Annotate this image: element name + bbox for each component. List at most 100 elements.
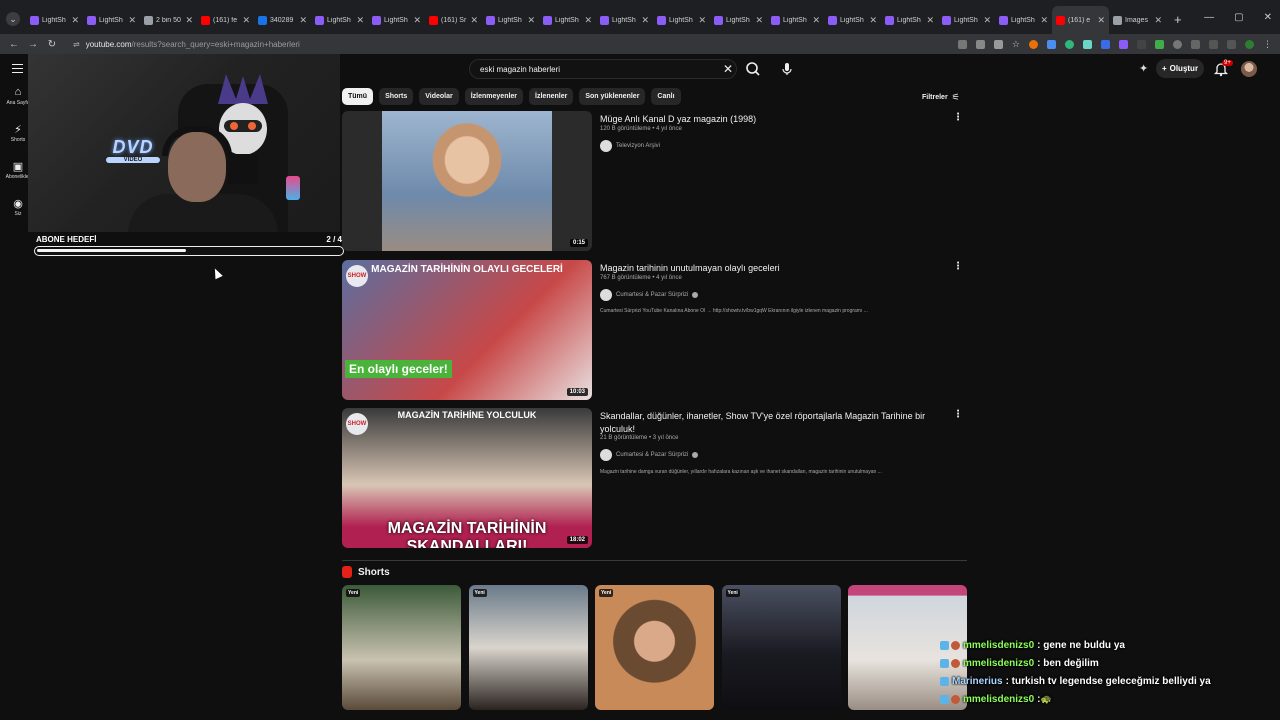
tab-close-icon[interactable]: ✕ (356, 15, 364, 26)
browser-tab[interactable]: LightSh ✕ (539, 6, 596, 34)
browser-menu-icon[interactable]: ⋮ (1263, 39, 1272, 50)
extension-2-icon[interactable] (1047, 39, 1056, 49)
back-icon[interactable]: ← (6, 39, 22, 50)
browser-tab[interactable]: LightSh ✕ (767, 6, 824, 34)
minimize-icon[interactable]: — (1204, 12, 1214, 23)
channel-avatar[interactable] (600, 449, 612, 461)
tab-close-icon[interactable]: ✕ (926, 15, 934, 26)
tab-groups-icon[interactable] (1227, 39, 1236, 49)
channel-name[interactable]: Televizyon Arşivi (616, 143, 660, 149)
cast-icon[interactable] (957, 39, 967, 49)
short-card[interactable]: Yeni (721, 585, 841, 710)
tab-close-icon[interactable]: ✕ (470, 15, 478, 26)
video-result-2[interactable]: MAGAZİN TARİHİNİN OLAYLI GECELERİ SHOW E… (342, 260, 967, 402)
site-info-icon[interactable]: ⇌ (73, 40, 80, 49)
channel-avatar[interactable] (600, 140, 612, 152)
tab-close-icon[interactable]: ✕ (641, 15, 649, 26)
filter-chip[interactable]: Shorts (379, 88, 414, 105)
channel-row[interactable]: Cumartesi & Pazar Sürprizi (600, 449, 699, 461)
browser-tab[interactable]: LightSh ✕ (710, 6, 767, 34)
filter-chip[interactable]: Videolar (419, 88, 459, 105)
star-icon[interactable]: ☆ (1012, 39, 1020, 50)
channel-name[interactable]: Cumartesi & Pazar Sürprizi (616, 452, 688, 458)
filter-chip[interactable]: Son yüklenenler (579, 88, 646, 105)
video-thumbnail[interactable]: MAGAZİN TARİHİNE YOLCULUK SHOW MAGAZİN T… (342, 408, 592, 548)
browser-tab[interactable]: (161) Sr ✕ (425, 6, 482, 34)
profile-icon[interactable] (1245, 39, 1254, 49)
tab-close-icon[interactable]: ✕ (299, 15, 307, 26)
tab-close-icon[interactable]: ✕ (242, 15, 250, 26)
tab-close-icon[interactable]: ✕ (71, 15, 79, 26)
channel-row[interactable]: Televizyon Arşivi (600, 140, 660, 152)
video-title[interactable]: Magazin tarihinin unutulmayan olaylı gec… (600, 262, 950, 275)
new-tab-button[interactable]: + (1174, 12, 1182, 27)
channel-row[interactable]: Cumartesi & Pazar Sürprizi (600, 289, 699, 301)
tab-close-icon[interactable]: ✕ (755, 15, 763, 26)
tab-close-icon[interactable]: ✕ (1040, 15, 1048, 26)
filter-chip[interactable]: İzlenmeyenler (464, 88, 524, 105)
browser-tab[interactable]: Images ✕ (1109, 6, 1166, 34)
tab-close-icon[interactable]: ✕ (413, 15, 421, 26)
extensions-puzzle-icon[interactable] (1209, 39, 1218, 49)
extension-8-icon[interactable] (1155, 39, 1164, 49)
browser-tab[interactable]: LightSh ✕ (368, 6, 425, 34)
channel-name[interactable]: Cumartesi & Pazar Sürprizi (616, 292, 688, 298)
browser-tab[interactable]: (161) e ✕ (1052, 6, 1109, 34)
extension-4-icon[interactable] (1083, 39, 1092, 49)
menu-icon[interactable] (12, 64, 23, 73)
tab-close-icon[interactable]: ✕ (812, 15, 820, 26)
extension-5-icon[interactable] (1101, 39, 1110, 49)
extension-9-icon[interactable] (1173, 39, 1182, 49)
channel-avatar[interactable] (600, 289, 612, 301)
browser-tab[interactable]: LightSh ✕ (824, 6, 881, 34)
tab-close-icon[interactable]: ✕ (128, 15, 136, 26)
filter-chip[interactable]: İzlenenler (529, 88, 574, 105)
video-title[interactable]: Müge Anlı Kanal D yaz magazin (1998) (600, 113, 950, 126)
short-card[interactable]: Yeni (342, 585, 461, 710)
short-card[interactable]: Yeni (468, 585, 588, 710)
browser-tab[interactable]: LightSh ✕ (311, 6, 368, 34)
video-title[interactable]: Skandallar, düğünler, ihanetler, Show TV… (600, 410, 950, 436)
filter-chip[interactable]: Canlı (651, 88, 681, 105)
video-result-3[interactable]: MAGAZİN TARİHİNE YOLCULUK SHOW MAGAZİN T… (342, 408, 967, 550)
browser-tab[interactable]: 340289 ✕ (254, 6, 311, 34)
browser-tab[interactable]: LightSh ✕ (881, 6, 938, 34)
extension-6-icon[interactable] (1119, 39, 1128, 49)
more-actions-icon[interactable]: ⋮ (953, 409, 963, 420)
account-avatar[interactable] (1241, 61, 1257, 77)
short-card[interactable]: Yeni (595, 585, 714, 710)
browser-tab[interactable]: LightSh ✕ (938, 6, 995, 34)
video-thumbnail[interactable]: MAGAZİN TARİHİNİN OLAYLI GECELERİ SHOW E… (342, 260, 592, 400)
extension-3-icon[interactable] (1065, 39, 1074, 49)
search-icon[interactable] (741, 58, 765, 80)
browser-tab[interactable]: LightSh ✕ (26, 6, 83, 34)
video-thumbnail[interactable]: 0:15 (342, 111, 592, 251)
tab-close-icon[interactable]: ✕ (983, 15, 991, 26)
microphone-icon[interactable] (777, 58, 797, 80)
extension-1-icon[interactable] (1029, 39, 1038, 49)
browser-tab[interactable]: (161) fe ✕ (197, 6, 254, 34)
search-input[interactable]: eski magazin haberleri (469, 59, 737, 79)
filter-chip[interactable]: Tümü (342, 88, 374, 105)
browser-tab[interactable]: 2 bin 50 ✕ (140, 6, 197, 34)
extension-10-icon[interactable] (1191, 39, 1200, 49)
tab-close-icon[interactable]: ✕ (584, 15, 592, 26)
browser-tab[interactable]: LightSh ✕ (83, 6, 140, 34)
browser-tab[interactable]: LightSh ✕ (596, 6, 653, 34)
more-actions-icon[interactable]: ⋮ (953, 261, 963, 272)
close-icon[interactable]: ✕ (1264, 12, 1272, 23)
eye-off-icon[interactable] (975, 39, 985, 49)
zoom-icon[interactable] (993, 39, 1003, 49)
tab-close-icon[interactable]: ✕ (869, 15, 877, 26)
video-result-1[interactable]: 0:15 Müge Anlı Kanal D yaz magazin (1998… (342, 111, 967, 253)
tab-close-icon[interactable]: ✕ (527, 15, 535, 26)
more-actions-icon[interactable]: ⋮ (953, 112, 963, 123)
tab-close-icon[interactable]: ✕ (1154, 15, 1162, 26)
create-button[interactable]: + Oluştur (1156, 59, 1204, 78)
forward-icon[interactable]: → (25, 39, 41, 50)
filters-button[interactable]: Filtreler ⚟ (922, 92, 960, 103)
extension-7-icon[interactable] (1137, 39, 1146, 49)
tab-search-button[interactable]: ⌄ (6, 12, 20, 26)
tab-close-icon[interactable]: ✕ (698, 15, 706, 26)
tab-close-icon[interactable]: ✕ (185, 15, 193, 26)
